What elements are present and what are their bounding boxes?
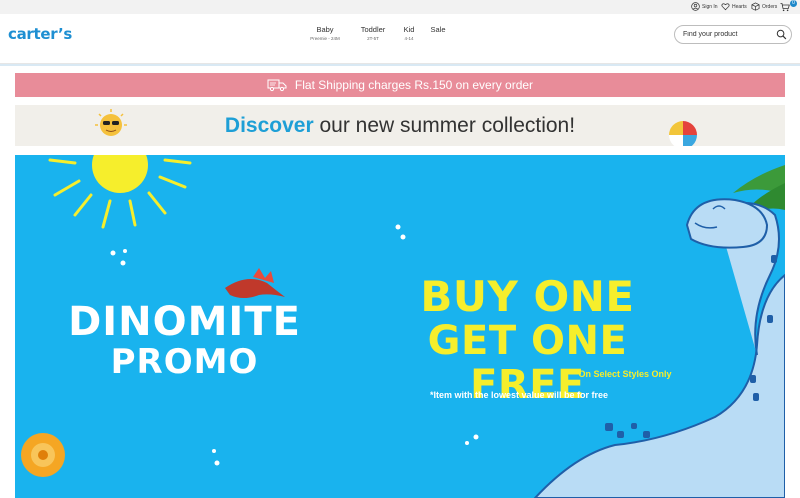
offer-headline: BUY ONE GET ONE FREE bbox=[365, 272, 690, 408]
nav-item-kid[interactable]: Kid 4-14 bbox=[398, 25, 420, 41]
offer-line1: BUY ONE bbox=[420, 272, 635, 321]
hearts-label: Hearts bbox=[732, 3, 747, 10]
promo-hero-banner[interactable]: DINOMITE PROMO BUY ONE GET ONE FREE *On … bbox=[15, 155, 785, 498]
discover-banner[interactable]: Discover our new summer collection! bbox=[15, 105, 785, 146]
offer-note-select-styles: *On Select Styles Only bbox=[575, 369, 672, 379]
nav-sub-label: 2T-5T bbox=[367, 36, 379, 41]
promo-title-line2: PROMO bbox=[110, 342, 259, 382]
promo-title-line1: DINOMITE bbox=[68, 299, 301, 345]
truck-icon bbox=[267, 79, 287, 92]
search-icon[interactable] bbox=[776, 29, 787, 40]
user-icon bbox=[691, 2, 700, 11]
sun-icon bbox=[48, 155, 192, 229]
sign-in-label: Sign In bbox=[702, 3, 718, 10]
cart-count-badge: 0 bbox=[790, 0, 797, 7]
offer-note-lowest-value: *Item with the lowest value will be for … bbox=[430, 390, 609, 400]
small-dino-icon bbox=[225, 268, 285, 298]
discover-highlight: Discover bbox=[224, 114, 314, 137]
nav-sub-label: 4-14 bbox=[404, 36, 414, 41]
main-header: carter’s Baby Preemie - 24M Toddler 2T-5… bbox=[0, 14, 800, 64]
orders-box-icon bbox=[751, 2, 760, 11]
nav-item-toddler[interactable]: Toddler 2T-5T bbox=[355, 25, 391, 41]
utility-bar: Sign In Hearts Orders 0 bbox=[0, 0, 800, 14]
carters-logo[interactable]: carter’s bbox=[8, 25, 72, 43]
nav-item-baby[interactable]: Baby Preemie - 24M bbox=[300, 25, 350, 41]
flower-icon bbox=[21, 433, 65, 477]
nav-label: Kid bbox=[403, 25, 415, 34]
cart-icon bbox=[780, 3, 790, 12]
cart-link[interactable] bbox=[780, 2, 790, 12]
heart-icon bbox=[721, 3, 730, 11]
shipping-banner: Flat Shipping charges Rs.150 on every or… bbox=[15, 73, 785, 97]
nav-label: Sale bbox=[430, 25, 446, 34]
orders-link[interactable]: Orders bbox=[751, 2, 777, 11]
nav-item-sale[interactable]: Sale bbox=[427, 25, 449, 34]
nav-label: Toddler bbox=[360, 25, 386, 34]
search-input[interactable] bbox=[683, 29, 775, 40]
shipping-text: Flat Shipping charges Rs.150 on every or… bbox=[294, 78, 534, 92]
sign-in-link[interactable]: Sign In bbox=[691, 2, 718, 11]
discover-text: Discover our new summer collection! bbox=[15, 114, 785, 138]
nav-label: Baby bbox=[316, 25, 334, 34]
orders-label: Orders bbox=[762, 3, 778, 10]
nav-sub-label: Preemie - 24M bbox=[310, 36, 340, 41]
promo-title: DINOMITE PROMO bbox=[67, 301, 302, 381]
header-divider bbox=[0, 64, 800, 66]
search-box bbox=[674, 25, 792, 44]
discover-rest: our new summer collection! bbox=[313, 114, 576, 137]
hearts-link[interactable]: Hearts bbox=[721, 2, 747, 11]
